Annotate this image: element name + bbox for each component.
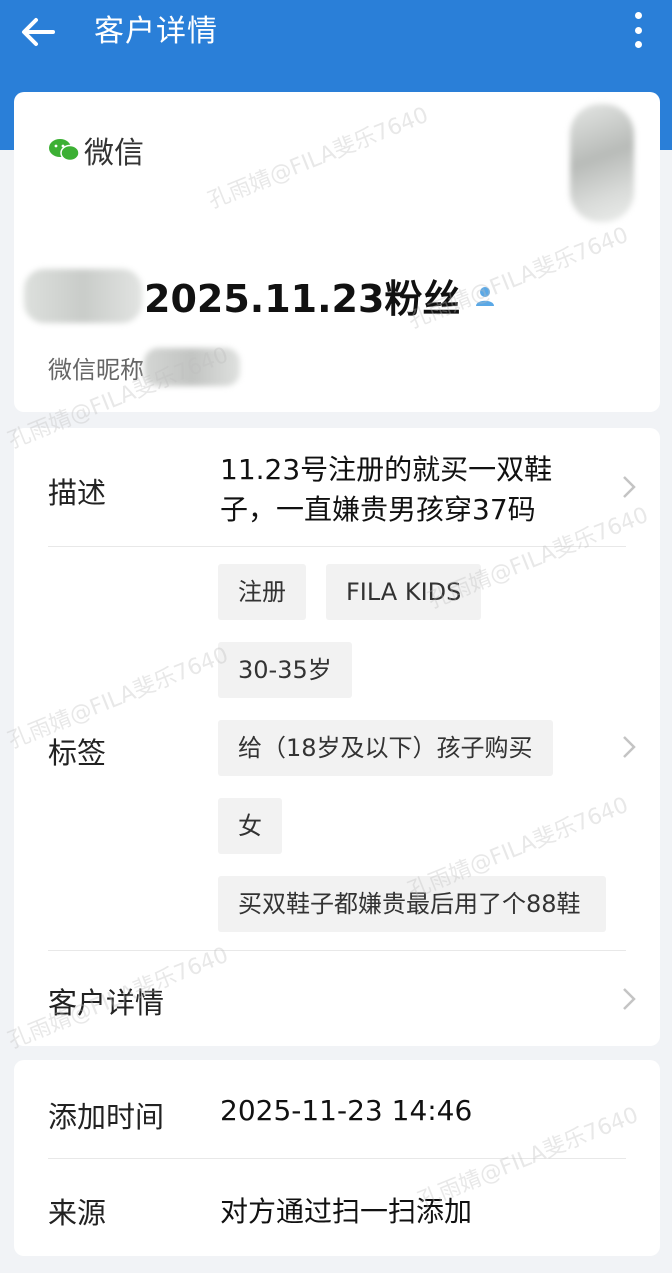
channel-label: 微信: [84, 136, 144, 171]
description-text: 11.23号注册的就买一双鞋子，一直嫌贵男孩穿37码: [220, 453, 553, 526]
meta-card: 添加时间 2025-11-23 14:46 来源 对方通过扫一扫添加: [14, 1060, 660, 1256]
more-options-button[interactable]: [626, 10, 650, 50]
back-button[interactable]: [18, 12, 58, 52]
source-label: 来源: [48, 1196, 107, 1230]
page-title: 客户详情: [94, 14, 218, 49]
tag-item: 注册: [218, 564, 306, 620]
tag-item: 给（18岁及以下）孩子购买: [218, 720, 553, 776]
more-vertical-icon: [634, 12, 642, 19]
avatar[interactable]: [570, 104, 634, 222]
tag-item: 买双鞋子都嫌贵最后用了个88鞋: [218, 876, 606, 932]
person-icon: [476, 286, 495, 306]
info-card: 描述 11.23号注册的就买一双鞋子，一直嫌贵男孩穿37码 标签 注册 FILA…: [14, 428, 660, 1046]
added-time-value: 2025-11-23 14:46: [220, 1094, 473, 1127]
nickname-row: 微信昵称: [48, 348, 240, 386]
added-time-label: 添加时间: [48, 1100, 165, 1134]
description-label: 描述: [48, 476, 107, 510]
customer-name: 2025.11.23粉丝: [144, 277, 461, 321]
redacted-name: [24, 268, 142, 323]
tag-item: 女: [218, 798, 282, 854]
chevron-right-icon: [623, 736, 636, 758]
chevron-right-icon: [623, 476, 636, 498]
channel-row: 微信: [48, 128, 144, 172]
tag-item: 30-35岁: [218, 642, 352, 698]
nickname-label: 微信昵称: [48, 355, 144, 384]
redacted-nickname: [144, 348, 240, 386]
chevron-right-icon: [623, 988, 636, 1010]
arrow-left-icon: [22, 18, 55, 46]
source-value: 对方通过扫一扫添加: [220, 1195, 473, 1228]
tags-label: 标签: [48, 736, 107, 770]
divider: [48, 1158, 626, 1159]
profile-card: 微信 2025.11.23粉丝 微信昵称: [14, 92, 660, 412]
customer-name-row: 2025.11.23粉丝: [24, 268, 496, 323]
divider: [48, 546, 626, 547]
customer-detail-label: 客户详情: [48, 986, 165, 1020]
tag-item: FILA KIDS: [326, 564, 482, 620]
wechat-icon: [49, 139, 80, 162]
divider: [48, 950, 626, 951]
